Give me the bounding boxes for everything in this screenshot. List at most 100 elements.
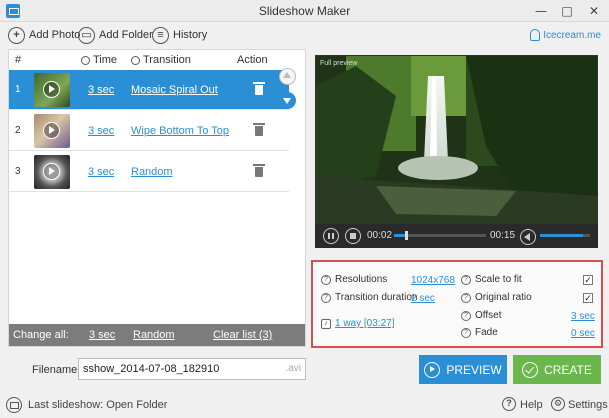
volume-slider[interactable]: [540, 234, 590, 237]
audio-value[interactable]: 1 way [03:27]: [335, 318, 394, 329]
gear-icon[interactable]: ⚙: [551, 397, 565, 411]
clear-list-link[interactable]: Clear list (3): [213, 329, 272, 341]
scale-checkbox[interactable]: ✓: [583, 275, 593, 285]
music-icon: ♪: [321, 318, 331, 329]
seek-knob[interactable]: [404, 231, 408, 240]
folder-icon: ▭: [78, 26, 95, 44]
table-row[interactable]: 1 3 sec Mosaic Spiral Out: [9, 70, 289, 110]
help-icon: ?: [321, 274, 331, 285]
trash-icon[interactable]: [253, 82, 265, 95]
icecream-link[interactable]: Icecream.me: [530, 29, 601, 41]
add-photo-label: Add Photo: [29, 29, 81, 41]
plus-icon: +: [8, 26, 25, 44]
help-icon: ?: [321, 292, 331, 303]
check-icon: [522, 361, 539, 378]
transition-duration-label: Transition duration: [335, 292, 418, 303]
move-down-button[interactable]: [279, 92, 296, 109]
preview-label: PREVIEW: [446, 362, 502, 377]
fade-label: Fade: [475, 327, 498, 338]
fade-setting: ? Fade: [461, 327, 498, 338]
table-row[interactable]: 3 3 sec Random: [9, 152, 289, 192]
preview-button[interactable]: PREVIEW: [419, 355, 507, 384]
add-folder-button[interactable]: ▭ Add Folder: [78, 24, 153, 46]
row-time[interactable]: 3 sec: [88, 125, 114, 137]
filename-extension: .avi: [285, 363, 301, 374]
waterfall-preview-image: [316, 56, 597, 226]
filename-input[interactable]: sshow_2014-07-08_182910 .avi: [78, 358, 306, 380]
row-number: 2: [15, 125, 21, 136]
slide-list-panel: # Time Transition Action 1 3 sec Mosaic …: [8, 49, 306, 347]
change-all-time[interactable]: 3 sec: [89, 329, 115, 341]
table-row[interactable]: 2 3 sec Wipe Bottom To Top: [9, 111, 289, 151]
fade-value[interactable]: 0 sec: [571, 328, 595, 339]
volume-fill: [540, 234, 583, 237]
last-slideshow-link[interactable]: Last slideshow: Open Folder: [28, 399, 167, 411]
row-number: 3: [15, 166, 21, 177]
total-time: 00:15: [490, 230, 516, 241]
pause-icon[interactable]: [323, 228, 339, 244]
resolutions-setting: ? Resolutions: [321, 274, 387, 285]
help-link[interactable]: Help: [520, 399, 543, 411]
change-all-bar: Change all: 3 sec Random Clear list (3): [9, 324, 305, 346]
transition-duration-value[interactable]: 2 sec: [411, 293, 435, 304]
row-time[interactable]: 3 sec: [88, 84, 114, 96]
play-icon: [424, 361, 441, 378]
original-ratio-setting: ? Original ratio: [461, 292, 532, 303]
help-icon: ?: [461, 292, 471, 303]
stop-icon[interactable]: [345, 228, 361, 244]
history-button[interactable]: ≡ History: [152, 24, 207, 46]
offset-setting: ? Offset: [461, 310, 502, 321]
original-checkbox[interactable]: ✓: [583, 293, 593, 303]
slide-thumbnail[interactable]: [34, 114, 70, 148]
slide-thumbnail[interactable]: [34, 155, 70, 189]
row-time[interactable]: 3 sec: [88, 166, 114, 178]
player-controls: 00:02 00:15: [315, 224, 598, 248]
elapsed-time: 00:02: [367, 230, 393, 241]
transition-icon: [131, 55, 140, 65]
change-all-transition[interactable]: Random: [133, 329, 175, 341]
scale-label: Scale to fit: [475, 274, 522, 285]
header-transition-label: Transition: [143, 54, 191, 66]
slide-thumbnail[interactable]: [34, 73, 70, 107]
scale-to-fit-setting: ? Scale to fit: [461, 274, 522, 285]
icecream-label: Icecream.me: [543, 29, 601, 41]
add-photo-button[interactable]: + Add Photo: [8, 24, 80, 46]
toolbar: + Add Photo ▭ Add Folder ≡ History Icecr…: [0, 22, 609, 48]
play-icon[interactable]: [43, 163, 60, 180]
settings-link[interactable]: Settings: [568, 399, 608, 411]
original-label: Original ratio: [475, 292, 532, 303]
icecream-icon: [530, 29, 541, 41]
speaker-icon[interactable]: [520, 229, 536, 245]
table-header: # Time Transition Action: [9, 50, 305, 70]
preview-area: Full preview: [315, 55, 598, 248]
row-transition[interactable]: Random: [131, 166, 173, 178]
resolutions-label: Resolutions: [335, 274, 388, 285]
row-transition[interactable]: Mosaic Spiral Out: [131, 84, 218, 96]
row-transition[interactable]: Wipe Bottom To Top: [131, 125, 229, 137]
row-number: 1: [15, 84, 21, 95]
clock-icon: [81, 55, 90, 65]
header-transition: Transition: [131, 54, 191, 66]
create-button[interactable]: CREATE: [513, 355, 601, 384]
resolutions-value[interactable]: 1024x768: [411, 275, 455, 286]
change-all-label: Change all:: [13, 329, 69, 341]
help-icon[interactable]: ?: [502, 397, 516, 411]
move-up-button[interactable]: [279, 68, 296, 85]
offset-value[interactable]: 3 sec: [571, 311, 595, 322]
close-button[interactable]: ✕: [583, 1, 605, 21]
maximize-button[interactable]: □: [556, 1, 578, 21]
header-time: Time: [81, 54, 117, 66]
create-label: CREATE: [544, 362, 592, 377]
header-time-label: Time: [93, 54, 118, 66]
add-folder-label: Add Folder: [99, 29, 153, 41]
play-icon[interactable]: [43, 122, 60, 139]
title-bar: Slideshow Maker — □ ✕: [0, 0, 609, 22]
header-num: #: [15, 54, 22, 66]
trash-icon[interactable]: [253, 123, 265, 136]
help-icon: ?: [461, 310, 471, 321]
open-folder-icon[interactable]: [6, 397, 22, 413]
minimize-button[interactable]: —: [530, 1, 552, 21]
seek-bar[interactable]: [394, 231, 486, 240]
play-icon[interactable]: [43, 81, 60, 98]
trash-icon[interactable]: [253, 164, 265, 177]
